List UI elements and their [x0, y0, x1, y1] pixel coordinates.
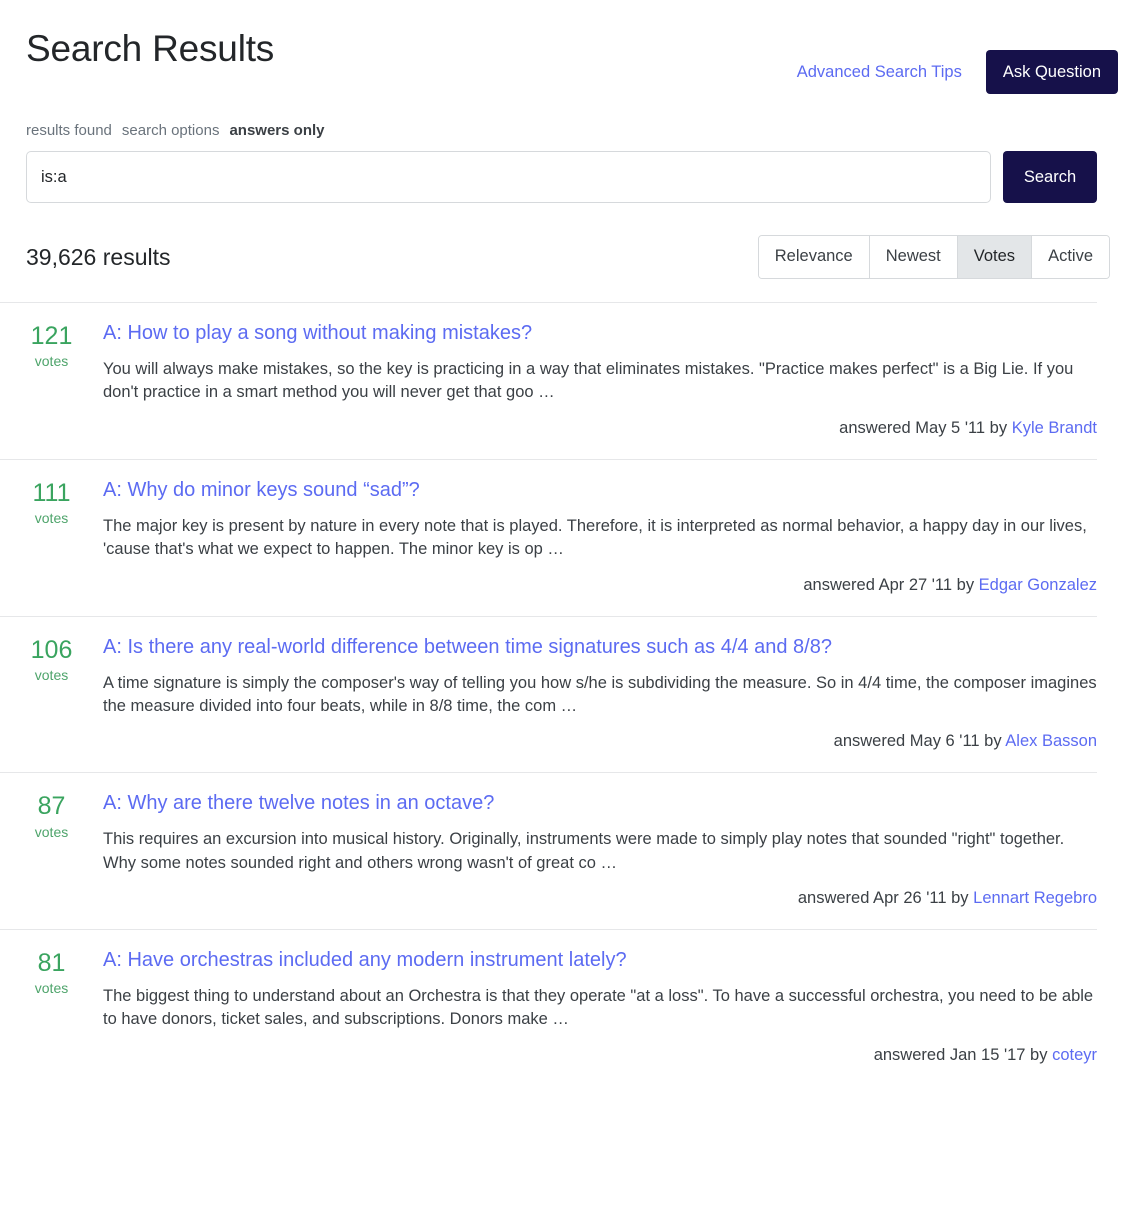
result-excerpt: The major key is present by nature in ev… — [103, 516, 1087, 559]
result-stats: 111 votes — [0, 478, 103, 598]
tab-relevance[interactable]: Relevance — [758, 236, 870, 278]
result-body: A: Why do minor keys sound “sad”? The ma… — [103, 478, 1097, 598]
result-body: A: Have orchestras included any modern i… — [103, 948, 1097, 1068]
result-meta: answered May 6 '11 by Alex Basson — [103, 730, 1097, 754]
vote-count: 81 — [37, 949, 66, 978]
ask-question-button[interactable]: Ask Question — [985, 50, 1118, 95]
vote-count: 106 — [30, 635, 73, 664]
result-item: 111 votes A: Why do minor keys sound “sa… — [0, 458, 1097, 616]
result-body: A: How to play a song without making mis… — [103, 321, 1097, 441]
vote-count: 111 — [32, 478, 71, 507]
results-header: 39,626 results Relevance Newest Votes Ac… — [0, 230, 1123, 284]
result-meta-prefix: answered Apr 27 '11 by — [803, 575, 975, 594]
search-options-label: search options — [121, 122, 220, 139]
result-excerpt: The biggest thing to understand about an… — [103, 987, 1094, 1029]
result-meta: answered Apr 26 '11 by Lennart Regebro — [103, 887, 1097, 911]
result-meta: answered Apr 27 '11 by Edgar Gonzalez — [103, 574, 1097, 598]
vote-count: 87 — [37, 792, 66, 821]
result-title-link[interactable]: A: Why are there twelve notes in an octa… — [103, 791, 1097, 816]
result-stats: 81 votes — [0, 948, 103, 1068]
search-results-page: Search Results Advanced Search Tips Ask … — [0, 0, 1123, 1086]
result-meta-prefix: answered Apr 26 '11 by — [797, 889, 969, 908]
result-author-link[interactable]: Lennart Regebro — [973, 889, 1097, 907]
header-actions: Advanced Search Tips Ask Question — [797, 28, 1121, 95]
result-stats: 121 votes — [0, 321, 103, 441]
result-author-link[interactable]: Kyle Brandt — [1012, 419, 1097, 437]
vote-count: 121 — [30, 322, 73, 350]
advanced-search-tips-link[interactable]: Advanced Search Tips — [797, 63, 962, 82]
result-excerpt: You will always make mistakes, so the ke… — [103, 360, 1074, 402]
tab-active[interactable]: Active — [1032, 236, 1109, 278]
result-excerpt: A time signature is simply the composer'… — [103, 673, 1097, 715]
result-meta: answered May 5 '11 by Kyle Brandt — [103, 417, 1097, 441]
result-meta-prefix: answered May 6 '11 by — [833, 732, 1002, 751]
results-found-label: results found — [26, 122, 112, 139]
vote-label: votes — [34, 823, 69, 840]
result-stats: 106 votes — [0, 635, 103, 755]
result-author-link[interactable]: Alex Basson — [1005, 732, 1097, 750]
search-button[interactable]: Search — [1003, 151, 1097, 203]
tab-newest[interactable]: Newest — [869, 236, 958, 278]
result-author-link[interactable]: coteyr — [1052, 1046, 1097, 1064]
search-bar: Search — [0, 151, 1123, 203]
results-count: 39,626 results — [26, 243, 171, 270]
results-list: 121 votes A: How to play a song without … — [0, 302, 1123, 1086]
result-title-link[interactable]: A: Have orchestras included any modern i… — [103, 948, 1097, 973]
vote-label: votes — [34, 510, 69, 527]
result-author-link[interactable]: Edgar Gonzalez — [979, 576, 1097, 594]
result-item: 81 votes A: Have orchestras included any… — [0, 929, 1097, 1086]
result-title-link[interactable]: A: Why do minor keys sound “sad”? — [103, 478, 1097, 503]
result-item: 106 votes A: Is there any real-world dif… — [0, 615, 1097, 773]
vote-label: votes — [34, 980, 69, 997]
result-title-link[interactable]: A: Is there any real-world difference be… — [103, 635, 1097, 660]
result-meta: answered Jan 15 '17 by coteyr — [103, 1044, 1097, 1068]
result-body: A: Is there any real-world difference be… — [103, 635, 1097, 755]
result-item: 87 votes A: Why are there twelve notes i… — [0, 772, 1097, 929]
result-meta-prefix: answered May 5 '11 by — [839, 418, 1008, 437]
sort-tabs: Relevance Newest Votes Active — [757, 235, 1110, 279]
search-input[interactable] — [26, 151, 991, 203]
result-meta-prefix: answered Jan 15 '17 by — [873, 1045, 1048, 1064]
answers-only-label: answers only — [229, 122, 325, 139]
result-excerpt: This requires an excursion into musical … — [103, 830, 1065, 872]
result-stats: 87 votes — [0, 791, 103, 911]
page-header: Search Results Advanced Search Tips Ask … — [0, 0, 1123, 104]
result-title-link[interactable]: A: How to play a song without making mis… — [103, 321, 1097, 346]
vote-label: votes — [34, 666, 69, 683]
result-item: 121 votes A: How to play a song without … — [0, 302, 1097, 459]
page-title: Search Results — [26, 28, 275, 69]
result-body: A: Why are there twelve notes in an octa… — [103, 791, 1097, 911]
vote-label: votes — [34, 353, 69, 370]
search-options-bar: results found search options answers onl… — [0, 122, 1123, 139]
tab-votes[interactable]: Votes — [957, 236, 1033, 278]
